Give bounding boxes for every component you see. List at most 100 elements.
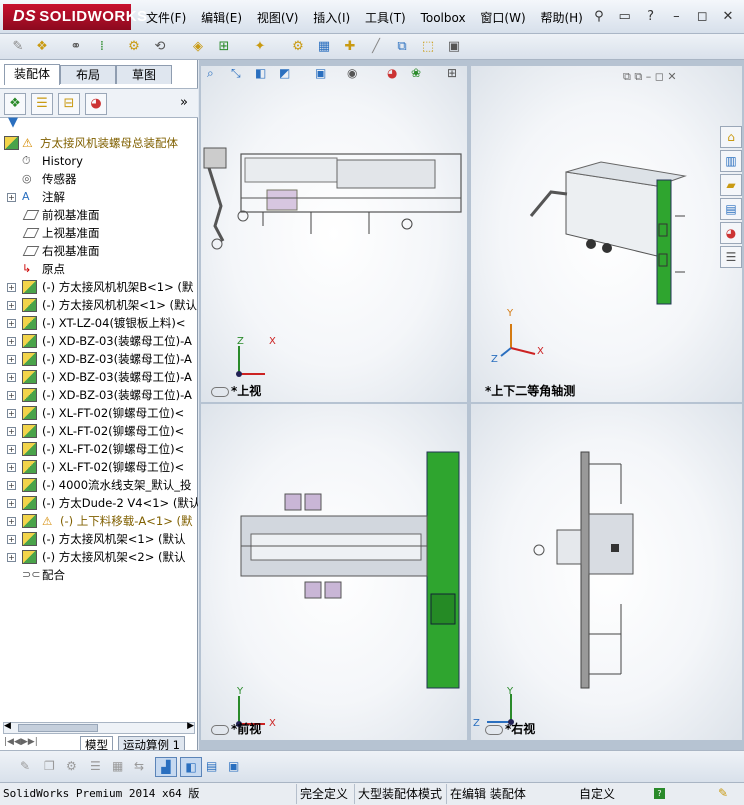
filter-icon[interactable]: ▼: [8, 115, 18, 130]
tree-item[interactable]: + (-) 方太Dude-2 V4<1> (默认: [0, 494, 198, 512]
save-view-icon[interactable]: ▣: [228, 759, 239, 773]
tree-item[interactable]: + A 注解: [0, 188, 198, 206]
expand-toggle-icon[interactable]: +: [7, 535, 16, 544]
help-icon[interactable]: ?: [641, 7, 661, 27]
assembly-features-icon[interactable]: ⊞: [214, 37, 234, 57]
tree-horizontal-scrollbar[interactable]: ◀ ▶: [3, 721, 195, 734]
tree-item[interactable]: ⏱ History: [0, 152, 198, 170]
status-large-assembly[interactable]: 大型装配体模式: [354, 784, 445, 804]
menu-view[interactable]: 视图(V): [257, 9, 299, 27]
tree-item[interactable]: ↳ 原点: [0, 260, 198, 278]
menu-file[interactable]: 文件(F): [146, 9, 186, 27]
menu-tools[interactable]: 工具(T): [365, 9, 406, 27]
restore-icon[interactable]: ◻: [692, 7, 712, 27]
view-settings-icon[interactable]: ⊞: [447, 66, 457, 80]
section-view-icon[interactable]: ◩: [279, 66, 290, 80]
design-library-icon[interactable]: ▥: [720, 150, 742, 172]
insert-component-icon[interactable]: ❖: [32, 37, 52, 57]
expand-toggle-icon[interactable]: +: [7, 319, 16, 328]
grid-icon[interactable]: ▦: [112, 759, 123, 773]
tree-item[interactable]: + (-) XD-BZ-03(装螺母工位)-A: [0, 386, 198, 404]
tab-scroll-icon[interactable]: |◀◀▶▶|: [4, 737, 38, 747]
move-component-icon[interactable]: ⟲: [150, 37, 170, 57]
property-manager-icon[interactable]: ☰: [31, 93, 53, 115]
tree-item[interactable]: 上视基准面: [0, 224, 198, 242]
menu-edit[interactable]: 编辑(E): [201, 9, 242, 27]
solidworks-logo[interactable]: DS SOLIDWORKS: [3, 4, 147, 30]
edit-sketch-icon[interactable]: ✎: [20, 759, 30, 773]
expand-toggle-icon[interactable]: +: [7, 283, 16, 292]
viewport-restore-icon[interactable]: ◻: [655, 70, 664, 83]
zoom-to-area-icon[interactable]: ⤡: [231, 66, 241, 81]
tree-item[interactable]: ◎ 传感器: [0, 170, 198, 188]
custom-properties-icon[interactable]: ☰: [720, 246, 742, 268]
expand-panel-icon[interactable]: »: [180, 95, 188, 110]
tree-item[interactable]: + (-) XD-BZ-03(装螺母工位)-A: [0, 368, 198, 386]
expand-toggle-icon[interactable]: +: [7, 355, 16, 364]
list-icon[interactable]: ☰: [90, 759, 101, 773]
view-orientation-icon[interactable]: ▣: [315, 66, 326, 80]
scroll-left-icon[interactable]: ◀: [4, 721, 11, 731]
tree-item[interactable]: + (-) XL-FT-02(铆螺母工位)<: [0, 458, 198, 476]
new-document-icon[interactable]: ▭: [615, 7, 635, 27]
bill-of-materials-icon[interactable]: ▦: [314, 37, 334, 57]
scroll-thumb[interactable]: [18, 724, 98, 732]
expand-toggle-icon[interactable]: +: [7, 409, 16, 418]
tree-item[interactable]: + (-) XL-FT-02(铆螺母工位)<: [0, 440, 198, 458]
expand-toggle-icon[interactable]: +: [7, 337, 16, 346]
menu-insert[interactable]: 插入(I): [313, 9, 350, 27]
tree-item[interactable]: + (-) XL-FT-02(铆螺母工位)<: [0, 422, 198, 440]
expand-toggle-icon[interactable]: +: [7, 445, 16, 454]
split-views-icon[interactable]: ⧉: [634, 70, 642, 83]
viewport-front[interactable]: Y X *前视: [201, 404, 467, 740]
expand-toggle-icon[interactable]: +: [7, 193, 16, 202]
expand-toggle-icon[interactable]: +: [7, 463, 16, 472]
viewport-close-icon[interactable]: ✕: [667, 70, 676, 83]
tree-item[interactable]: + (-) 方太接风机架<1> (默认: [0, 530, 198, 548]
linear-pattern-icon[interactable]: ⁞: [92, 37, 112, 57]
configuration-manager-icon[interactable]: ⊟: [58, 93, 80, 115]
help-icon[interactable]: ?: [654, 788, 665, 799]
view-mode-icon[interactable]: ◧: [180, 757, 202, 777]
expand-toggle-icon[interactable]: +: [7, 427, 16, 436]
resources-icon[interactable]: ⌂: [720, 126, 742, 148]
appearances-icon[interactable]: ◕: [720, 222, 742, 244]
close-icon[interactable]: ✕: [718, 7, 738, 27]
viewport-minimize-icon[interactable]: –: [646, 70, 652, 83]
appearance-icon[interactable]: ◕: [387, 66, 397, 80]
expand-toggle-icon[interactable]: +: [7, 517, 16, 526]
tree-item[interactable]: 前视基准面: [0, 206, 198, 224]
copy-icon[interactable]: ❐: [44, 759, 55, 773]
settings-icon[interactable]: ⚙: [66, 759, 77, 773]
tree-item[interactable]: + (-) XD-BZ-03(装螺母工位)-A: [0, 332, 198, 350]
tree-item[interactable]: ⊃⊂ 配合: [0, 566, 198, 584]
sync-icon[interactable]: ⇆: [134, 759, 144, 773]
show-hidden-icon[interactable]: ◈: [188, 37, 208, 57]
mate-icon[interactable]: ⚭: [66, 37, 86, 57]
status-custom[interactable]: 自定义: [576, 784, 618, 804]
scroll-right-icon[interactable]: ▶: [187, 721, 194, 731]
expand-toggle-icon[interactable]: +: [7, 481, 16, 490]
expand-toggle-icon[interactable]: +: [7, 553, 16, 562]
tab-layout[interactable]: 布局: [60, 65, 116, 84]
tab-motion-study[interactable]: 运动算例 1: [118, 736, 185, 752]
reference-geometry-icon[interactable]: ✦: [250, 37, 270, 57]
feature-tree-icon[interactable]: ❖: [4, 93, 26, 115]
interference-icon[interactable]: ⧉: [392, 37, 412, 57]
menu-window[interactable]: 窗口(W): [480, 9, 525, 27]
viewport-top[interactable]: X Z *上视: [201, 66, 467, 402]
tab-model[interactable]: 模型: [80, 736, 113, 752]
minimize-icon[interactable]: –: [666, 7, 686, 27]
tree-item[interactable]: + (-) 方太接风机机架B<1> (默: [0, 278, 198, 296]
tab-sketch[interactable]: 草图: [116, 65, 172, 84]
tree-item[interactable]: + (-) 4000流水线支架_默认_投: [0, 476, 198, 494]
graphics-area[interactable]: X Z *上视 Y X Z *上下二等角轴测 Y X *前视 Y Z *右视 ⌕…: [199, 60, 744, 750]
tree-item[interactable]: + ⚠ (-) 上下料移载-A<1> (默: [0, 512, 198, 530]
tree-item[interactable]: + (-) XD-BZ-03(装螺母工位)-A: [0, 350, 198, 368]
previous-view-icon[interactable]: ◧: [255, 66, 266, 80]
expand-toggle-icon[interactable]: +: [7, 499, 16, 508]
explode-line-icon[interactable]: ╱: [366, 37, 386, 57]
expand-toggle-icon[interactable]: +: [7, 373, 16, 382]
rebuild-icon[interactable]: ✎: [718, 786, 728, 800]
instant3d-icon[interactable]: ⬚: [418, 37, 438, 57]
